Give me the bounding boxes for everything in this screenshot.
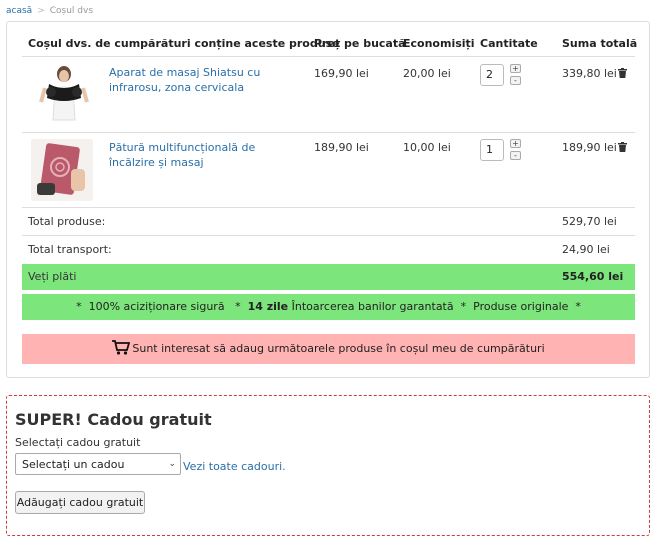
product-link-shiatsu[interactable]: Aparat de masaj Shiatsu cu infrarosu, zo… <box>109 65 269 95</box>
divider <box>22 56 635 57</box>
pay-total-row: Veți plăti 554,60 lei <box>22 264 635 290</box>
chevron-down-icon: ⌄ <box>168 459 176 469</box>
total-products-label: Total produse: <box>28 215 106 228</box>
guarantee-days: 14 zile <box>247 300 289 313</box>
header-total: Suma totală <box>562 37 638 50</box>
quantity-input[interactable]: 2 <box>480 64 504 86</box>
cart-panel: Coșul dvs. de cumpărături conține aceste… <box>6 21 650 378</box>
product-image-shiatsu[interactable] <box>31 62 93 124</box>
header-quantity: Cantitate <box>480 37 538 50</box>
total-shipping-label: Total transport: <box>28 243 112 256</box>
gift-select-label: Selectați cadou gratuit <box>15 436 141 449</box>
quantity-increase-button[interactable]: + <box>510 64 521 73</box>
unit-price: 169,90 lei <box>314 67 369 80</box>
breadcrumb-current: Coșul dvs <box>49 6 94 16</box>
unit-price: 189,90 lei <box>314 141 369 154</box>
guarantee-original: Produse originale <box>473 300 569 313</box>
savings: 10,00 lei <box>403 141 451 154</box>
trash-icon[interactable] <box>618 68 627 78</box>
trash-icon[interactable] <box>618 142 627 152</box>
header-savings: Economisiți <box>403 37 475 50</box>
breadcrumb-separator: > <box>37 6 45 16</box>
upsell-text: Sunt interesat să adaug următoarele prod… <box>132 342 545 355</box>
divider <box>22 235 635 236</box>
total-shipping-value: 24,90 lei <box>562 243 610 256</box>
cart-icon <box>112 340 131 355</box>
upsell-banner[interactable]: Sunt interesat să adaug următoarele prod… <box>22 334 635 364</box>
star-icon: * <box>76 300 82 313</box>
free-gift-panel: SUPER! Cadou gratuit Selectați cadou gra… <box>6 395 650 536</box>
quantity-decrease-button[interactable]: - <box>510 76 521 85</box>
star-icon: * <box>235 300 241 313</box>
view-all-gifts-link[interactable]: Vezi toate cadouri. <box>183 460 286 473</box>
guarantee-secure: 100% aciziționare sigură <box>88 300 225 313</box>
total-products-value: 529,70 lei <box>562 215 617 228</box>
quantity-input[interactable]: 1 <box>480 139 504 161</box>
savings: 20,00 lei <box>403 67 451 80</box>
row-total: 339,80 lei <box>562 67 617 80</box>
breadcrumb: acasă > Coșul dvs <box>6 6 93 16</box>
pay-value: 554,60 lei <box>562 270 624 283</box>
star-icon: * <box>575 300 581 313</box>
pay-label: Veți plăti <box>28 270 77 283</box>
divider <box>22 207 635 208</box>
breadcrumb-home-link[interactable]: acasă <box>6 6 32 16</box>
header-product: Coșul dvs. de cumpărături conține aceste… <box>28 37 340 50</box>
quantity-increase-button[interactable]: + <box>510 139 521 148</box>
gift-select-value: Selectați un cadou <box>22 458 125 471</box>
star-icon: * <box>460 300 467 313</box>
gift-title: SUPER! Cadou gratuit <box>15 410 212 429</box>
row-total: 189,90 lei <box>562 141 617 154</box>
guarantee-refund: Întoarcerea banilor garantată <box>291 300 454 313</box>
product-link-blanket[interactable]: Pătură multifuncțională de încălzire și … <box>109 140 269 170</box>
product-image-blanket[interactable] <box>31 139 93 201</box>
gift-select[interactable]: Selectați un cadou ⌄ <box>15 453 181 475</box>
add-free-gift-button[interactable]: Adăugați cadou gratuit <box>15 491 145 514</box>
divider <box>22 132 635 133</box>
guarantee-banner: * 100% aciziționare sigură * 14 zile Înt… <box>22 294 635 320</box>
quantity-decrease-button[interactable]: - <box>510 151 521 160</box>
header-unit-price: Preț pe bucată <box>314 37 406 50</box>
